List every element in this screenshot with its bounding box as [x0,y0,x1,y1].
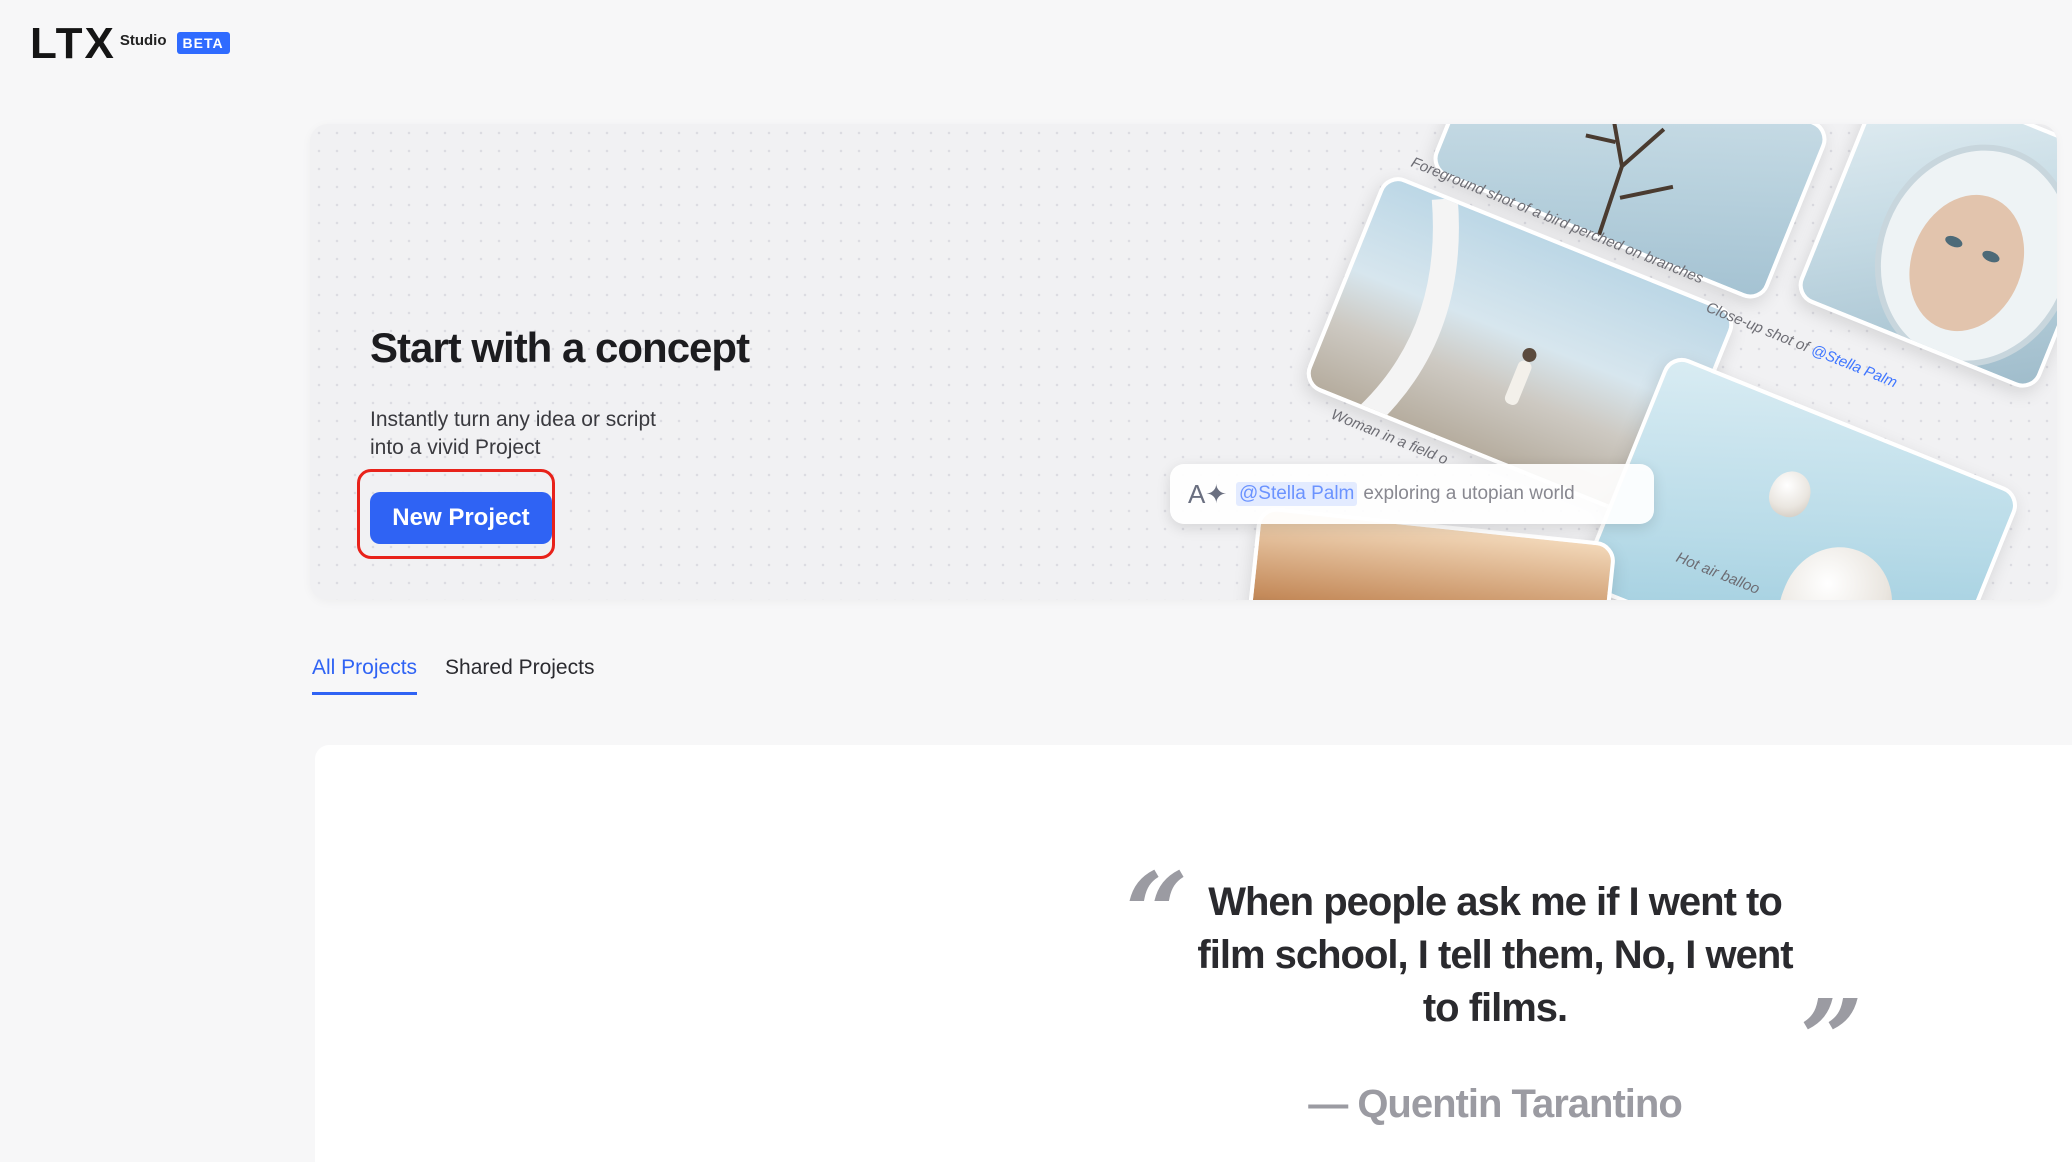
close-quote-mark: ” [1800,975,1864,1104]
hero-card: Foreground shot of a bird perched on bra… [310,124,2057,600]
hero-subtitle: Instantly turn any idea or script into a… [370,408,656,459]
beta-badge: BETA [176,32,230,54]
balloon-small-icon [1762,465,1818,523]
balloon-large-icon [1762,530,1910,600]
logo-mark: LTX [30,19,116,68]
tab-all-projects[interactable]: All Projects [312,656,418,695]
prompt-pill: A✦ @Stella Palm exploring a utopian worl… [1170,464,1654,524]
open-quote-mark: “ [1125,848,1189,977]
tab-shared-projects[interactable]: Shared Projects [445,656,594,695]
new-project-button[interactable]: New Project [370,492,552,544]
quote-text: When people ask me if I went to film sch… [1197,880,1793,1030]
logo-studio-text: Studio [119,32,167,49]
hero-title: Start with a concept [370,324,750,371]
prompt-text: exploring a utopian world [1363,483,1575,504]
ltx-studio-logo[interactable]: LTX Studio BETA [30,22,230,66]
ai-text-icon: A✦ [1188,478,1228,509]
project-tabs: All Projects Shared Projects [312,656,594,695]
quote-author: — Quentin Tarantino [1308,1082,1683,1126]
prompt-mention: @Stella Palm [1236,482,1358,506]
top-bar: LTX Studio BETA [0,0,2072,90]
